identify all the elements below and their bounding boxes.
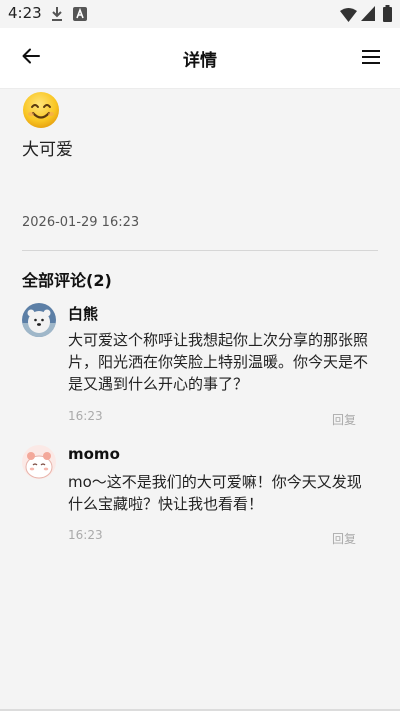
comment-time: 16:23 (68, 409, 103, 423)
divider (22, 250, 378, 251)
avatar[interactable] (22, 303, 56, 337)
app-bar: 详情 (0, 28, 400, 89)
avatar[interactable] (22, 445, 56, 479)
comment-author: momo (68, 445, 120, 463)
cellular-signal-icon (361, 6, 375, 25)
smiling-face-icon (22, 91, 60, 129)
comment-author: 白熊 (68, 305, 99, 323)
comment-body: mo～这不是我们的大可爱嘛！你今天又发现什么宝藏啦？快让我也看看！ (68, 473, 362, 513)
post-date: 2026-01-29 16:23 (22, 215, 140, 230)
status-bar: 4:23 (0, 0, 400, 28)
wifi-icon (340, 7, 357, 26)
page-title: 详情 (183, 51, 217, 71)
comments-heading: 全部评论(2) (22, 271, 112, 290)
comment-item: momo mo～这不是我们的大可爱嘛！你今天又发现什么宝藏啦？快让我也看看！ 1… (22, 445, 378, 555)
comment-time: 16:23 (68, 528, 103, 542)
post-text: 大可爱 (22, 140, 73, 160)
battery-icon (383, 5, 392, 26)
download-icon (50, 6, 64, 26)
hamburger-menu-icon (362, 49, 380, 68)
comment-item: 白熊 大可爱这个称呼让我想起你上次分享的那张照片，阳光洒在你笑脸上特别温暖。你今… (22, 303, 378, 433)
reply-button[interactable]: 回复 (332, 530, 356, 547)
comment-body: 大可爱这个称呼让我想起你上次分享的那张照片，阳光洒在你笑脸上特别温暖。你今天是不… (68, 331, 369, 393)
reply-button[interactable]: 回复 (332, 411, 356, 428)
app-notification-icon (73, 6, 87, 25)
menu-button[interactable] (356, 44, 386, 72)
status-time: 4:23 (8, 4, 42, 22)
